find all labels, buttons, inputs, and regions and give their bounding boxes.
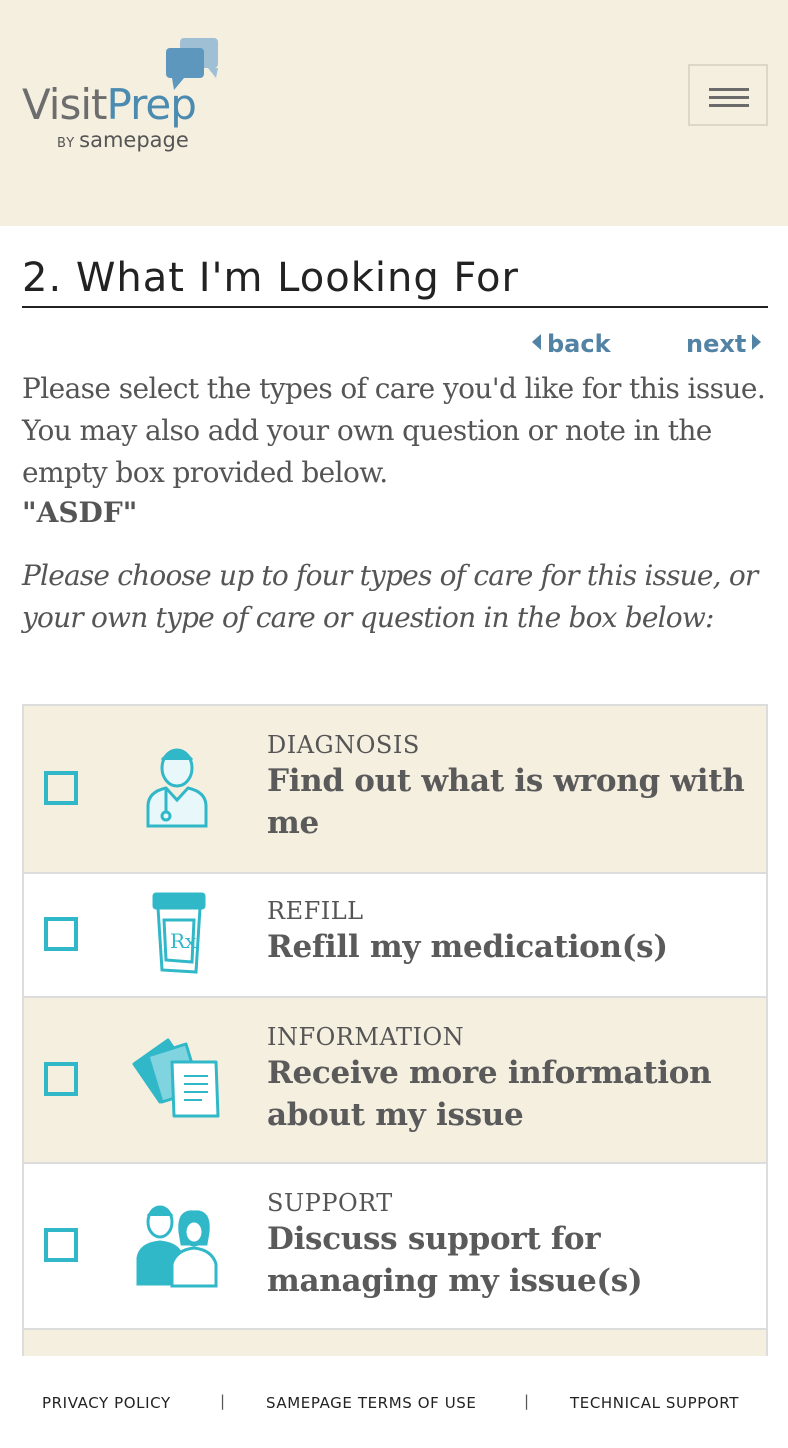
option-text: REFILL Refill my medication(s) — [267, 896, 757, 968]
footer-separator: | — [220, 1392, 226, 1410]
option-diagnosis[interactable]: DIAGNOSIS Find out what is wrong with me — [24, 706, 766, 874]
doctor-icon — [146, 748, 208, 828]
footer-separator: | — [524, 1392, 530, 1410]
option-refill[interactable]: Rx REFILL Refill my medication(s) — [24, 874, 766, 998]
back-link[interactable]: back — [532, 330, 611, 358]
option-category: INFORMATION — [267, 1023, 465, 1051]
logo-wordmark: VisitPrep — [22, 80, 197, 129]
option-text: INFORMATION Receive more information abo… — [267, 1022, 757, 1136]
visitprep-logo[interactable]: VisitPrep BY samepage — [22, 36, 232, 161]
svg-text:Rx: Rx — [170, 929, 197, 953]
checkbox-information[interactable] — [44, 1062, 78, 1096]
option-category: DIAGNOSIS — [267, 731, 420, 759]
caret-left-icon — [532, 334, 541, 350]
caret-right-icon — [752, 334, 762, 350]
option-description: Receive more information about my issue — [267, 1055, 712, 1133]
option-text: DIAGNOSIS Find out what is wrong with me — [267, 730, 757, 844]
checkbox-support[interactable] — [44, 1228, 78, 1262]
option-description: Refill my medication(s) — [267, 929, 668, 965]
hamburger-icon-line — [709, 104, 749, 107]
option-partial — [24, 1330, 766, 1356]
support-people-icon — [136, 1205, 218, 1288]
next-link[interactable]: next — [686, 330, 762, 358]
option-category: SUPPORT — [267, 1189, 393, 1217]
option-description: Discuss support for managing my issue(s) — [267, 1221, 643, 1299]
terms-of-use-link[interactable]: SAMEPAGE TERMS OF USE — [266, 1394, 477, 1412]
header: VisitPrep BY samepage — [0, 0, 788, 226]
prescription-bottle-icon: Rx — [152, 892, 206, 974]
option-information[interactable]: INFORMATION Receive more information abo… — [24, 998, 766, 1164]
instructions-text: Please select the types of care you'd li… — [22, 372, 766, 489]
care-options-list: DIAGNOSIS Find out what is wrong with me… — [22, 704, 768, 1356]
sub-instructions-text: Please choose up to four types of care f… — [22, 559, 758, 634]
footer: PRIVACY POLICY | SAMEPAGE TERMS OF USE |… — [0, 1356, 788, 1448]
documents-icon — [132, 1038, 220, 1118]
technical-support-link[interactable]: TECHNICAL SUPPORT — [570, 1394, 739, 1412]
issue-name: "ASDF" — [22, 496, 138, 529]
menu-button[interactable] — [688, 64, 768, 126]
option-support[interactable]: SUPPORT Discuss support for managing my … — [24, 1164, 766, 1330]
option-text: SUPPORT Discuss support for managing my … — [267, 1188, 757, 1302]
option-description: Find out what is wrong with me — [267, 763, 745, 841]
hamburger-icon-line — [709, 96, 749, 99]
checkbox-diagnosis[interactable] — [44, 771, 78, 805]
privacy-policy-link[interactable]: PRIVACY POLICY — [42, 1394, 171, 1412]
page-title: 2. What I'm Looking For — [22, 252, 768, 308]
option-category: REFILL — [267, 897, 364, 925]
hamburger-icon — [709, 88, 749, 91]
logo-subtitle: BY samepage — [57, 128, 189, 152]
checkbox-refill[interactable] — [44, 917, 78, 951]
